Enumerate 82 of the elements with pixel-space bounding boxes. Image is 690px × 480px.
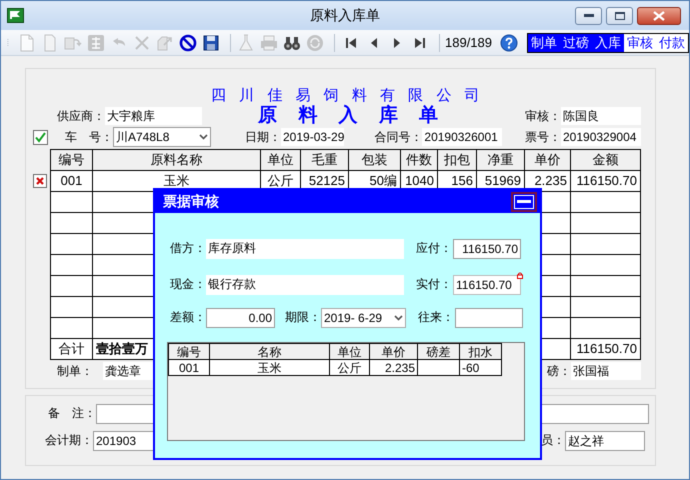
field-label: 日期： bbox=[245, 130, 281, 144]
dialog-title: 票据审核 bbox=[163, 193, 219, 210]
cash-field[interactable]: 银行存款 bbox=[206, 274, 404, 294]
column-header: 单价 bbox=[370, 344, 418, 360]
field-label: 合同号： bbox=[374, 130, 422, 144]
close-button[interactable] bbox=[637, 6, 681, 24]
table-cell: 2.235 bbox=[370, 360, 418, 376]
payable-field[interactable]: 116150.70 bbox=[453, 238, 521, 258]
column-header: 单价 bbox=[524, 150, 570, 170]
minimize-icon[interactable] bbox=[517, 200, 531, 204]
column-header: 磅差 bbox=[418, 344, 460, 360]
column-header: 单位 bbox=[260, 150, 300, 170]
field-label: 往来： bbox=[418, 310, 455, 325]
table-cell: 001 bbox=[50, 170, 92, 192]
column-header: 原料名称 bbox=[92, 150, 260, 170]
delete-row-icon[interactable] bbox=[33, 174, 47, 188]
stage-tab[interactable]: 付款 bbox=[656, 34, 688, 52]
column-header: 件数 bbox=[400, 150, 438, 170]
field-label: 审核： bbox=[525, 108, 561, 124]
column-header: 编号 bbox=[50, 150, 92, 170]
dropdown-icon[interactable] bbox=[199, 134, 208, 140]
table-cell: 001 bbox=[168, 360, 210, 376]
due-date-combobox[interactable]: 2019- 6-29 bbox=[321, 308, 406, 328]
field-label: 磅： bbox=[547, 364, 571, 378]
field-label: 票号： bbox=[525, 130, 561, 144]
field-label: 应付： bbox=[416, 241, 453, 256]
counterparty-field[interactable] bbox=[455, 308, 523, 328]
field-label: 备 注： bbox=[48, 406, 96, 421]
date-field[interactable]: 2019-03-29 bbox=[281, 128, 344, 146]
supplier-field[interactable]: 大宇粮库 bbox=[105, 107, 202, 125]
field-label: 制单： bbox=[57, 364, 94, 378]
dropdown-icon[interactable] bbox=[394, 314, 403, 320]
minimize-icon[interactable] bbox=[584, 14, 594, 18]
ticket-field[interactable]: 20190329004 bbox=[561, 128, 641, 146]
clerk-field[interactable]: 赵之祥 bbox=[565, 430, 645, 450]
table-cell: 玉米 bbox=[210, 360, 330, 376]
auditor-field[interactable]: 陈国良 bbox=[561, 107, 641, 125]
column-header: 毛重 bbox=[300, 150, 348, 170]
stage-tab[interactable]: 制单 bbox=[528, 34, 560, 52]
save-icon[interactable] bbox=[200, 32, 220, 52]
stage-tab[interactable]: 入库 bbox=[592, 34, 624, 52]
column-header: 包装 bbox=[348, 150, 400, 170]
field-label: 借方： bbox=[170, 241, 206, 256]
debit-field[interactable]: 库存原料 bbox=[206, 238, 404, 258]
maximize-button[interactable] bbox=[606, 6, 633, 24]
column-header: 净重 bbox=[476, 150, 524, 170]
column-header: 单位 bbox=[330, 344, 370, 360]
column-header: 扣包 bbox=[438, 150, 476, 170]
app-icon bbox=[7, 8, 24, 23]
stop-icon[interactable] bbox=[178, 32, 198, 52]
maximize-icon[interactable] bbox=[614, 12, 624, 20]
field-label: 员： bbox=[541, 433, 565, 448]
field-label: 实付： bbox=[416, 277, 453, 292]
total-amount: 116150.70 bbox=[570, 338, 640, 360]
table-cell: 116150.70 bbox=[570, 170, 640, 192]
column-header: 编号 bbox=[168, 344, 210, 360]
field-label: 供应商： bbox=[57, 108, 105, 124]
field-label: 差额： bbox=[170, 310, 206, 325]
field-label: 会计期： bbox=[45, 433, 93, 448]
table-cell: 公斤 bbox=[330, 360, 370, 376]
window-title: 原料入库单 bbox=[310, 7, 380, 23]
vehicle-combobox[interactable]: 川A748L8 bbox=[113, 127, 211, 147]
close-icon[interactable] bbox=[653, 10, 665, 20]
stage-tab[interactable]: 审核 bbox=[624, 34, 656, 52]
field-label: 期限： bbox=[285, 310, 321, 325]
weigher-field[interactable]: 张国福 bbox=[571, 362, 641, 380]
table-cell: -60 bbox=[460, 360, 502, 376]
form-title: 原 料 入 库 单 bbox=[258, 104, 446, 128]
column-header: 金额 bbox=[570, 150, 640, 170]
field-label: 车 号： bbox=[65, 130, 113, 144]
stage-tab[interactable]: 过磅 bbox=[560, 34, 592, 52]
contract-field[interactable]: 20190326001 bbox=[422, 128, 502, 146]
minimize-button[interactable] bbox=[575, 6, 602, 24]
paid-field[interactable]: 116150.70 bbox=[453, 274, 521, 294]
column-header: 名称 bbox=[210, 344, 330, 360]
record-counter: 189/189 bbox=[445, 34, 492, 50]
help-icon[interactable] bbox=[500, 34, 518, 52]
field-label: 现金： bbox=[170, 277, 206, 292]
column-header: 扣水 bbox=[460, 344, 502, 360]
difference-field[interactable]: 0.00 bbox=[206, 308, 275, 328]
total-label: 合计 bbox=[50, 338, 92, 360]
company-name: 四 川 佳 易 饲 料 有 限 公 司 bbox=[210, 87, 484, 104]
